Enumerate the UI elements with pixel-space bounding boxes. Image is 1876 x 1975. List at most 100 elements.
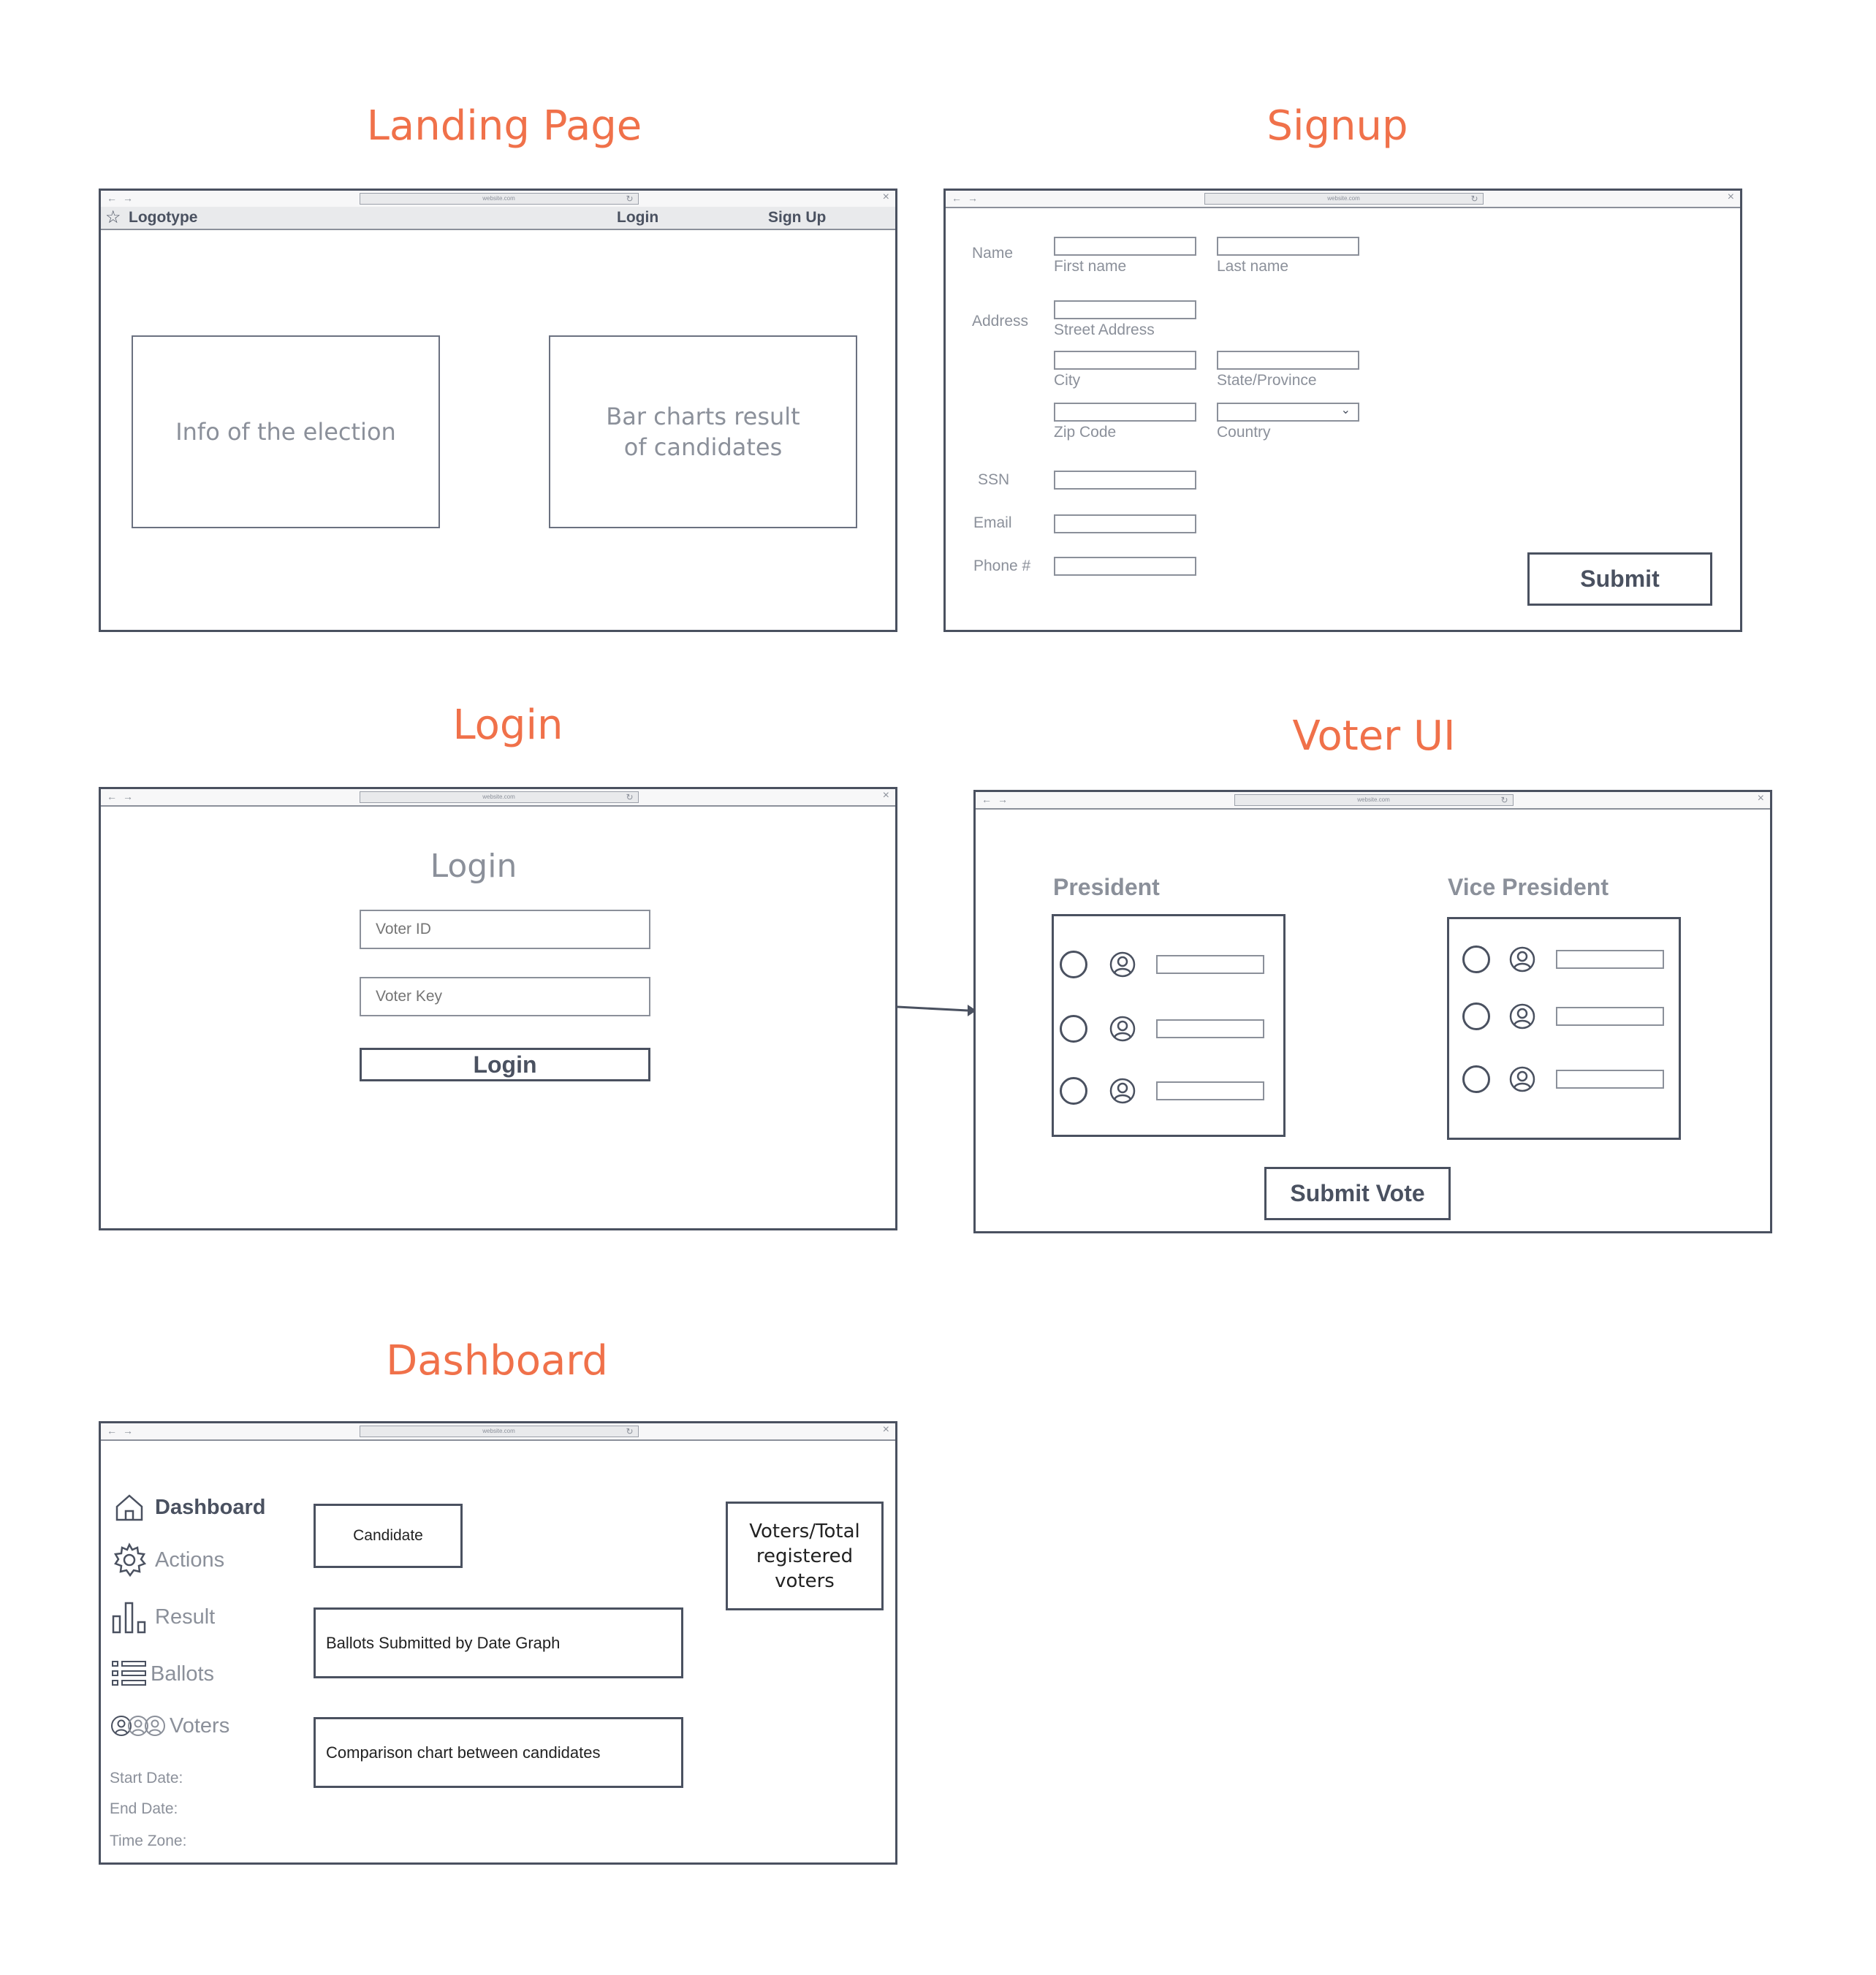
radio-button[interactable] <box>1060 1077 1087 1105</box>
reload-icon[interactable]: ↻ <box>1500 795 1508 805</box>
president-heading: President <box>1053 874 1160 900</box>
address-bar[interactable]: website.com ↻ <box>359 791 639 803</box>
last-name-hint: Last name <box>1217 258 1289 275</box>
radio-button[interactable] <box>1060 1015 1087 1043</box>
browser-chrome: ←→ website.com ↻ × <box>101 1423 895 1441</box>
voters-total-card[interactable]: Voters/Total registered voters <box>726 1502 884 1610</box>
state-hint: State/Province <box>1217 372 1317 389</box>
dashboard-window: ←→ website.com ↻ × Dashboard Actions Res… <box>99 1421 897 1865</box>
landing-window: ←→ website.com ↻ × ☆ Logotype Login Sign… <box>99 189 897 632</box>
ssn-field[interactable] <box>1054 471 1196 490</box>
user-avatar-icon <box>1509 1003 1535 1030</box>
user-avatar-icon <box>1509 946 1535 973</box>
user-avatar-icon <box>1109 1016 1136 1042</box>
close-icon[interactable]: × <box>883 789 889 802</box>
vice-president-heading: Vice President <box>1448 874 1609 900</box>
candidate-card[interactable]: Candidate <box>314 1504 463 1568</box>
president-option[interactable] <box>1060 1077 1279 1108</box>
city-hint: City <box>1054 372 1081 389</box>
signup-window: ←→ website.com ↻ × Name First name Last … <box>943 189 1742 632</box>
sidebar-item-label: Voters <box>170 1713 230 1738</box>
login-button[interactable]: Login <box>360 1048 650 1081</box>
url-text: website.com <box>482 794 515 800</box>
url-text: website.com <box>482 195 515 202</box>
first-name-hint: First name <box>1054 258 1127 275</box>
radio-button[interactable] <box>1462 1002 1490 1030</box>
street-address-field[interactable] <box>1054 300 1196 319</box>
bar-chart-icon <box>112 1602 146 1634</box>
email-field[interactable] <box>1054 514 1196 533</box>
address-bar[interactable]: website.com ↻ <box>1234 794 1514 806</box>
reload-icon[interactable]: ↻ <box>626 1426 633 1436</box>
close-icon[interactable]: × <box>1728 191 1734 204</box>
radio-button[interactable] <box>1060 951 1087 978</box>
results-chart-text: Bar charts result of candidates <box>606 403 800 461</box>
sidebar-item-dashboard[interactable]: Dashboard <box>111 1489 265 1526</box>
zip-code-hint: Zip Code <box>1054 424 1117 441</box>
reload-icon[interactable]: ↻ <box>626 792 633 802</box>
address-bar[interactable]: website.com ↻ <box>359 1426 639 1437</box>
city-field[interactable] <box>1054 351 1196 370</box>
state-field[interactable] <box>1217 351 1359 370</box>
sidebar-item-ballots[interactable]: Ballots <box>111 1656 214 1692</box>
sidebar-item-label: Actions <box>155 1548 225 1572</box>
nav-signup-link[interactable]: Sign Up <box>768 209 826 227</box>
url-text: website.com <box>1327 195 1360 202</box>
browser-chrome: ←→ website.com ↻ × <box>101 191 895 208</box>
first-name-field[interactable] <box>1054 237 1196 256</box>
nav-arrows[interactable]: ←→ <box>952 192 984 204</box>
start-date-label: Start Date: <box>110 1770 183 1786</box>
star-icon: ☆ <box>105 208 121 227</box>
reload-icon[interactable]: ↻ <box>626 194 633 204</box>
results-chart-box: Bar charts result of candidates <box>549 335 857 528</box>
radio-button[interactable] <box>1462 1065 1490 1093</box>
user-avatar-icon <box>1109 951 1136 978</box>
vice-president-option[interactable] <box>1462 1002 1674 1033</box>
vice-president-ballot-box <box>1447 917 1681 1140</box>
sidebar-item-voters[interactable]: Voters <box>111 1713 229 1738</box>
close-icon[interactable]: × <box>883 1423 889 1436</box>
vice-president-option[interactable] <box>1462 945 1674 976</box>
nav-arrows[interactable]: ←→ <box>107 192 139 204</box>
submit-vote-button[interactable]: Submit Vote <box>1264 1167 1451 1220</box>
reload-icon[interactable]: ↻ <box>1470 194 1478 204</box>
close-icon[interactable]: × <box>883 191 889 204</box>
candidate-name-field <box>1556 1007 1664 1026</box>
sidebar-item-result[interactable]: Result <box>111 1599 215 1635</box>
login-window: ←→ website.com ↻ × Login Login <box>99 787 897 1230</box>
nav-arrows[interactable]: ←→ <box>981 794 1014 805</box>
zip-code-field[interactable] <box>1054 403 1196 422</box>
submit-button[interactable]: Submit <box>1527 552 1712 606</box>
nav-login-link[interactable]: Login <box>617 209 658 227</box>
sidebar-item-label: Dashboard <box>155 1495 266 1519</box>
users-icon <box>111 1716 165 1736</box>
phone-field[interactable] <box>1054 557 1196 576</box>
country-hint: Country <box>1217 424 1271 441</box>
sidebar-item-actions[interactable]: Actions <box>111 1542 224 1578</box>
vice-president-option[interactable] <box>1462 1065 1674 1096</box>
address-bar[interactable]: website.com ↻ <box>359 193 639 205</box>
comparison-chart-card[interactable]: Comparison chart between candidates <box>314 1717 683 1788</box>
nav-arrows[interactable]: ←→ <box>107 791 139 802</box>
president-option[interactable] <box>1060 951 1279 981</box>
voter-id-input[interactable] <box>360 910 650 949</box>
home-icon <box>115 1494 143 1521</box>
browser-chrome: ←→ website.com ↻ × <box>101 789 895 807</box>
ballots-graph-card[interactable]: Ballots Submitted by Date Graph <box>314 1607 683 1678</box>
voter-key-input[interactable] <box>360 977 650 1016</box>
voters-total-label: Voters/Total registered voters <box>749 1520 860 1592</box>
country-select[interactable]: ⌄ <box>1217 403 1359 422</box>
radio-button[interactable] <box>1462 945 1490 973</box>
last-name-field[interactable] <box>1217 237 1359 256</box>
flow-arrow <box>897 1005 976 1016</box>
president-option[interactable] <box>1060 1015 1279 1046</box>
nav-arrows[interactable]: ←→ <box>107 1425 139 1436</box>
login-heading: Login <box>430 848 517 885</box>
gear-icon <box>113 1542 147 1578</box>
address-bar[interactable]: website.com ↻ <box>1204 193 1484 205</box>
close-icon[interactable]: × <box>1758 792 1764 805</box>
address-label: Address <box>972 313 1029 330</box>
email-label: Email <box>973 514 1012 531</box>
logotype[interactable]: Logotype <box>129 209 198 227</box>
comparison-chart-label: Comparison chart between candidates <box>326 1743 601 1762</box>
